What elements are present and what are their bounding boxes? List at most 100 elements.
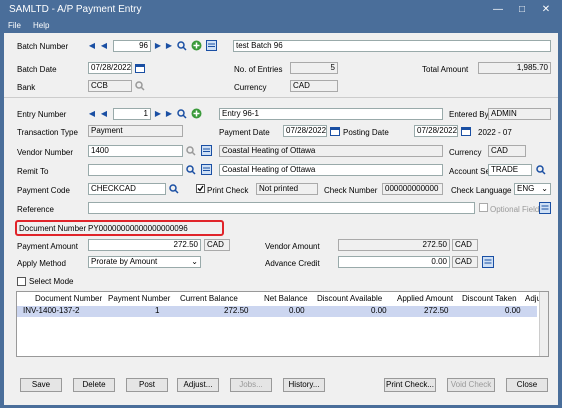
payment-code-field[interactable]: CHECKCAD <box>88 183 166 195</box>
last-batch-icon[interactable]: ▶ <box>165 41 173 51</box>
grid-header-cell[interactable]: Document Number <box>35 294 102 304</box>
remit-to-field[interactable] <box>88 164 183 176</box>
advance-credit-field[interactable]: 0.00 <box>338 256 450 268</box>
maximize-icon[interactable]: □ <box>515 4 529 16</box>
new-entry-icon[interactable] <box>191 108 202 119</box>
jobs-button: Jobs... <box>230 378 272 392</box>
reference-field[interactable] <box>88 202 475 214</box>
close-button[interactable]: Close <box>506 378 548 392</box>
optional-fields-icon[interactable] <box>539 202 551 214</box>
entered-by-label: Entered By <box>449 110 489 119</box>
checkmark-icon <box>197 185 204 192</box>
window-title: SAMLTD - A/P Payment Entry <box>9 4 142 15</box>
check-language-label: Check Language <box>451 186 512 195</box>
vendor-number-label: Vendor Number <box>17 148 74 157</box>
search-icon[interactable] <box>186 146 196 156</box>
payment-code-label: Payment Code <box>17 186 70 195</box>
form-client: Batch Number ◀ ◀ 96 ▶ ▶ test Batch 96 Ba… <box>4 33 558 405</box>
history-button[interactable]: History... <box>283 378 325 392</box>
grid-header-cell[interactable]: Current Balance <box>180 294 238 304</box>
batch-date-field[interactable]: 07/28/2022 <box>88 62 132 74</box>
calendar-icon[interactable] <box>461 126 471 136</box>
bank-field: CCB <box>88 80 132 92</box>
posting-date-label: Posting Date <box>343 128 389 137</box>
entries-label: No. of Entries <box>234 65 283 74</box>
prev-entry-icon[interactable]: ◀ <box>100 109 108 119</box>
save-button[interactable]: Save <box>20 378 62 392</box>
search-icon[interactable] <box>177 109 187 119</box>
menu-file[interactable]: File <box>8 21 21 30</box>
adjust-button[interactable]: Adjust... <box>177 378 219 392</box>
total-amount-field: 1,985.70 <box>478 62 551 74</box>
check-language-select[interactable]: ENG ⌄ <box>514 183 551 195</box>
account-set-field[interactable]: TRADE <box>488 164 532 176</box>
vendor-number-field[interactable]: 1400 <box>88 145 183 157</box>
reference-label: Reference <box>17 205 54 214</box>
entries-field: 5 <box>290 62 338 74</box>
select-mode-checkbox[interactable] <box>17 277 26 286</box>
first-batch-icon[interactable]: ◀ <box>88 41 96 51</box>
grid-header-cell[interactable]: Discount Available <box>317 294 382 304</box>
apply-grid[interactable]: Document Number Payment Number Current B… <box>16 291 549 357</box>
last-entry-icon[interactable]: ▶ <box>165 109 173 119</box>
grid-header: Document Number Payment Number Current B… <box>17 294 545 304</box>
calendar-icon[interactable] <box>330 126 340 136</box>
remit-list-icon[interactable] <box>201 164 212 175</box>
void-check-button: Void Check <box>447 378 495 392</box>
batch-number-field[interactable]: 96 <box>113 40 151 52</box>
new-batch-icon[interactable] <box>191 40 202 51</box>
delete-button[interactable]: Delete <box>73 378 115 392</box>
batch-description-field[interactable]: test Batch 96 <box>233 40 551 52</box>
advance-currency-field: CAD <box>452 256 478 268</box>
remit-name-field[interactable]: Coastal Heating of Ottawa <box>219 164 443 176</box>
separator <box>4 97 558 98</box>
advance-credit-icon[interactable] <box>482 256 494 268</box>
grid-cell: 0.00 <box>289 306 305 315</box>
next-entry-icon[interactable]: ▶ <box>154 109 162 119</box>
fiscal-period: 2022 - 07 <box>478 128 512 137</box>
next-batch-icon[interactable]: ▶ <box>154 41 162 51</box>
payment-date-field[interactable]: 07/28/2022 <box>283 125 327 137</box>
apply-method-select[interactable]: Prorate by Amount ⌄ <box>88 256 201 268</box>
print-check-button[interactable]: Print Check... <box>384 378 436 392</box>
search-icon[interactable] <box>177 41 187 51</box>
apply-method-value: Prorate by Amount <box>91 257 158 266</box>
first-entry-icon[interactable]: ◀ <box>88 109 96 119</box>
optional-fields-label: Optional Fields <box>490 205 544 214</box>
posting-date-field[interactable]: 07/28/2022 <box>414 125 458 137</box>
batch-list-icon[interactable] <box>206 40 217 51</box>
payment-amount-field[interactable]: 272.50 <box>88 239 201 251</box>
vendor-name-field: Coastal Heating of Ottawa <box>219 145 443 157</box>
prev-batch-icon[interactable]: ◀ <box>100 41 108 51</box>
payment-amount-label: Payment Amount <box>17 242 78 251</box>
search-icon[interactable] <box>536 165 546 175</box>
grid-header-cell[interactable]: Net Balance <box>264 294 308 304</box>
entry-number-field[interactable]: 1 <box>113 108 151 120</box>
entry-description-field[interactable]: Entry 96-1 <box>219 108 443 120</box>
grid-header-cell[interactable]: Applied Amount <box>397 294 453 304</box>
close-icon[interactable]: ✕ <box>539 4 553 16</box>
entered-by-field: ADMIN <box>488 108 551 120</box>
grid-cell: 0.00 <box>371 306 387 315</box>
search-icon[interactable] <box>169 184 179 194</box>
check-language-value: ENG <box>517 184 535 193</box>
post-button[interactable]: Post <box>126 378 168 392</box>
transaction-type-label: Transaction Type <box>17 128 78 137</box>
vendor-list-icon[interactable] <box>201 145 212 156</box>
minimize-icon[interactable]: — <box>491 4 505 16</box>
print-status-field: Not printed <box>256 183 318 195</box>
table-row[interactable]: INV-1400-137-2 1 272.50 0.00 0.00 272.50… <box>17 306 537 317</box>
calendar-icon[interactable] <box>135 63 145 73</box>
search-icon[interactable] <box>186 165 196 175</box>
grid-header-cell[interactable]: Discount Taken <box>462 294 517 304</box>
batch-date-label: Batch Date <box>17 65 57 74</box>
vendor-amount-field: 272.50 <box>338 239 450 251</box>
print-check-checkbox[interactable] <box>196 184 205 193</box>
grid-cell: 0.00 <box>505 306 521 315</box>
entry-number-label: Entry Number <box>17 110 67 119</box>
grid-cell: INV-1400-137-2 <box>23 306 80 315</box>
grid-header-cell[interactable]: Payment Number <box>108 294 170 304</box>
vertical-scrollbar[interactable] <box>539 292 548 356</box>
print-check-label: Print Check <box>207 186 249 195</box>
menu-help[interactable]: Help <box>33 21 49 30</box>
